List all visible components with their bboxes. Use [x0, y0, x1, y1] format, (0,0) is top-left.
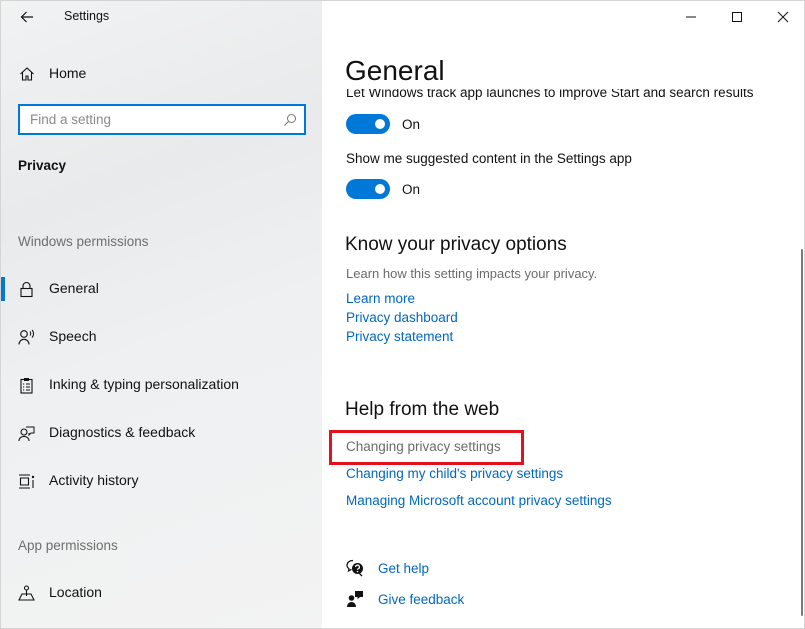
toggle-track-app-launches[interactable]: On — [346, 113, 420, 135]
group-label-windows-permissions: Windows permissions — [18, 234, 149, 249]
scrollbar-thumb[interactable] — [801, 249, 803, 616]
home-icon — [20, 67, 34, 81]
link-changing-privacy-settings[interactable]: Changing privacy settings — [346, 439, 501, 454]
privacy-options-description: Learn how this setting impacts your priv… — [346, 266, 598, 281]
toggle-switch[interactable] — [346, 114, 390, 134]
sidebar: Settings Home Privacy Windows permission… — [1, 1, 322, 628]
section-title-privacy: Privacy — [18, 158, 67, 173]
sidebar-item-home[interactable]: Home — [1, 59, 322, 89]
sidebar-item-location[interactable]: Location — [1, 575, 322, 611]
heading-know-your-privacy-options: Know your privacy options — [345, 234, 567, 255]
sidebar-item-activity-history[interactable]: Activity history — [1, 463, 322, 499]
setting-label-suggested-content: Show me suggested content in the Setting… — [346, 151, 632, 166]
give-feedback-label: Give feedback — [378, 591, 465, 607]
search-input[interactable] — [20, 106, 304, 133]
group-label-app-permissions: App permissions — [18, 538, 118, 553]
heading-help-from-the-web: Help from the web — [345, 399, 500, 420]
diagnostics-icon — [18, 426, 35, 442]
settings-window: Settings Home Privacy Windows permission… — [0, 0, 805, 629]
sidebar-item-label: General — [49, 280, 99, 296]
toggle-knob — [375, 184, 385, 194]
search-icon[interactable] — [283, 113, 297, 127]
speech-icon — [18, 329, 34, 345]
sidebar-item-diagnostics-feedback[interactable]: Diagnostics & feedback — [1, 415, 322, 451]
maximize-icon — [732, 12, 742, 22]
sidebar-item-speech[interactable]: Speech — [1, 319, 322, 355]
back-button[interactable] — [13, 3, 41, 31]
window-controls — [668, 1, 804, 33]
link-changing-childs-privacy-settings[interactable]: Changing my child's privacy settings — [346, 466, 563, 481]
give-feedback-icon — [347, 591, 363, 607]
minimize-button[interactable] — [668, 1, 714, 33]
lock-icon — [20, 281, 33, 298]
main-content: General Let Windows track app launches t… — [322, 1, 804, 628]
sidebar-item-label: Home — [49, 65, 87, 81]
toggle-knob — [375, 119, 385, 129]
get-help-icon — [346, 559, 363, 577]
toggle-state-label: On — [402, 181, 421, 197]
sidebar-item-general[interactable]: General — [1, 271, 322, 307]
sidebar-item-label: Activity history — [49, 472, 139, 488]
sidebar-item-label: Speech — [49, 328, 97, 344]
page-title: General — [345, 53, 785, 89]
close-button[interactable] — [760, 1, 804, 33]
sidebar-item-inking-typing[interactable]: Inking & typing personalization — [1, 367, 322, 403]
give-feedback-link[interactable]: Give feedback — [346, 589, 464, 609]
activity-history-icon — [19, 474, 35, 489]
sidebar-item-label: Diagnostics & feedback — [49, 424, 196, 440]
sidebar-item-label: Location — [49, 584, 102, 600]
app-title: Settings — [64, 9, 110, 23]
get-help-label: Get help — [378, 560, 430, 576]
location-icon — [18, 585, 35, 601]
sidebar-item-label: Inking & typing personalization — [49, 376, 239, 392]
maximize-button[interactable] — [714, 1, 760, 33]
link-privacy-statement[interactable]: Privacy statement — [346, 329, 453, 344]
close-icon — [777, 11, 789, 23]
toggle-state-label: On — [402, 116, 421, 132]
link-managing-microsoft-account-privacy[interactable]: Managing Microsoft account privacy setti… — [346, 493, 612, 508]
search-box — [18, 104, 306, 135]
active-indicator — [1, 277, 5, 301]
link-privacy-dashboard[interactable]: Privacy dashboard — [346, 310, 458, 325]
toggle-suggested-content[interactable]: On — [346, 178, 420, 200]
minimize-icon — [686, 16, 696, 18]
get-help-link[interactable]: Get help — [346, 558, 429, 578]
toggle-switch[interactable] — [346, 179, 390, 199]
link-learn-more[interactable]: Learn more — [346, 291, 415, 306]
back-arrow-icon — [20, 11, 33, 23]
clipboard-icon — [20, 378, 33, 394]
